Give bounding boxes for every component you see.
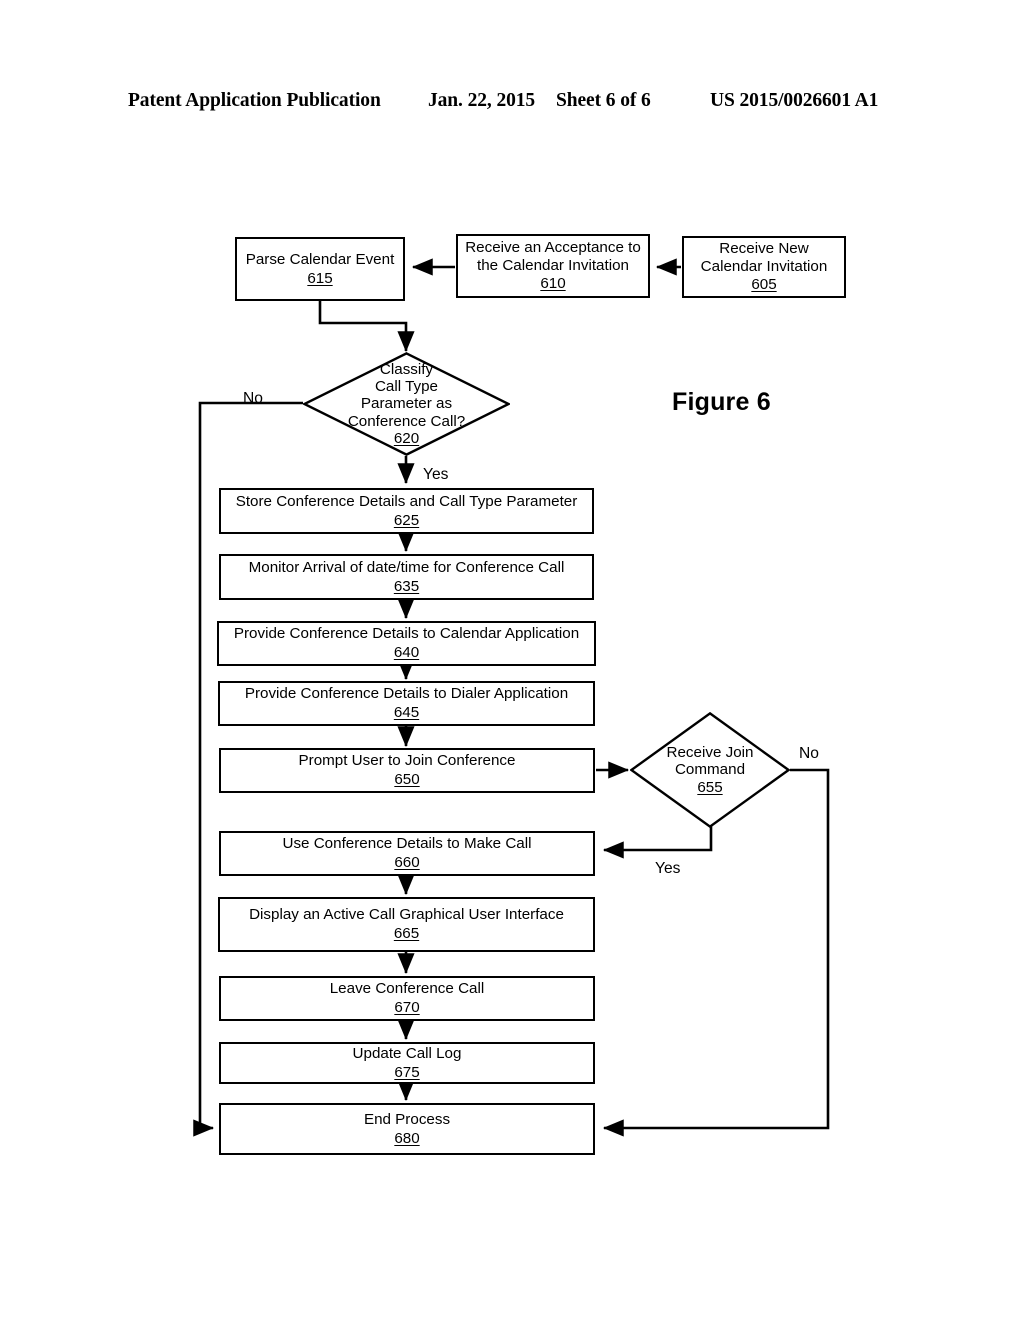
flow-node-645-ref: 645 — [393, 704, 420, 721]
flow-node-660-ref: 660 — [394, 854, 420, 871]
flow-node-670-text: Leave Conference Call — [329, 980, 485, 998]
flow-node-665-ref: 665 — [393, 925, 420, 942]
edge-655-660-yes — [602, 826, 713, 859]
edge-label-yes-655: Yes — [655, 860, 681, 877]
edge-label-no-655: No — [799, 745, 819, 762]
flow-node-605: Receive New Calendar Invitation 605 — [682, 236, 846, 298]
flow-node-645-text: Provide Conference Details to Dialer App… — [244, 685, 569, 703]
flow-node-650-ref: 650 — [394, 771, 420, 788]
flow-node-635: Monitor Arrival of date/time for Confere… — [219, 554, 594, 600]
flow-node-620-ref: 620 — [393, 430, 420, 447]
flow-node-625: Store Conference Details and Call Type P… — [219, 488, 594, 534]
flow-node-655: Receive Join Command 655 — [630, 712, 790, 828]
flow-node-680-ref: 680 — [394, 1129, 420, 1147]
flow-node-615-text: Parse Calendar Event — [245, 250, 395, 268]
flow-node-610-ref: 610 — [540, 275, 566, 293]
flow-node-645: Provide Conference Details to Dialer App… — [218, 681, 595, 726]
flow-node-665: Display an Active Call Graphical User In… — [218, 897, 595, 952]
flow-node-605-text: Receive New Calendar Invitation — [700, 240, 828, 275]
flow-node-610: Receive an Acceptance to the Calendar In… — [456, 234, 650, 298]
flow-node-680: End Process 680 — [219, 1103, 595, 1155]
figure-label: Figure 6 — [672, 388, 771, 416]
flow-node-640-text: Provide Conference Details to Calendar A… — [233, 625, 580, 643]
flow-node-680-text: End Process — [363, 1110, 451, 1128]
flow-node-635-ref: 635 — [393, 577, 420, 595]
flow-node-675-ref: 675 — [394, 1063, 420, 1081]
flow-node-660: Use Conference Details to Make Call 660 — [219, 831, 595, 876]
edge-label-no-620: No — [243, 390, 263, 407]
flow-node-615: Parse Calendar Event 615 — [235, 237, 405, 301]
flow-node-635-text: Monitor Arrival of date/time for Confere… — [248, 558, 565, 576]
flow-node-610-text: Receive an Acceptance to the Calendar In… — [465, 239, 641, 274]
flow-node-655-text: Receive Join Command — [666, 744, 754, 779]
flow-node-660-text: Use Conference Details to Make Call — [282, 835, 532, 853]
flow-node-640: Provide Conference Details to Calendar A… — [217, 621, 596, 666]
flow-node-670: Leave Conference Call 670 — [219, 976, 595, 1021]
flow-node-650-text: Prompt User to Join Conference — [298, 752, 516, 770]
flow-node-620-label: Classify Call Type Parameter as Conferen… — [348, 343, 465, 464]
flow-node-625-ref: 625 — [393, 511, 420, 529]
flowchart-figure: Figure 6 Receive New Calendar Invitation… — [0, 0, 1024, 1320]
flow-node-605-ref: 605 — [751, 276, 777, 294]
edge-label-yes-620: Yes — [423, 466, 449, 483]
flow-node-655-ref: 655 — [697, 778, 723, 796]
flow-node-675: Update Call Log 675 — [219, 1042, 595, 1084]
flow-node-620: Classify Call Type Parameter as Conferen… — [303, 352, 510, 456]
flow-node-670-ref: 670 — [394, 999, 420, 1016]
flow-node-665-text: Display an Active Call Graphical User In… — [249, 906, 564, 924]
flow-node-655-label: Receive Join Command 655 — [667, 727, 754, 814]
flow-node-675-text: Update Call Log — [352, 1044, 462, 1062]
flow-node-640-ref: 640 — [393, 644, 420, 661]
flow-node-625-text: Store Conference Details and Call Type P… — [235, 492, 578, 510]
flow-node-615-ref: 615 — [307, 269, 333, 287]
flow-node-650: Prompt User to Join Conference 650 — [219, 748, 595, 793]
flow-node-620-text: Classify Call Type Parameter as Conferen… — [347, 360, 466, 430]
